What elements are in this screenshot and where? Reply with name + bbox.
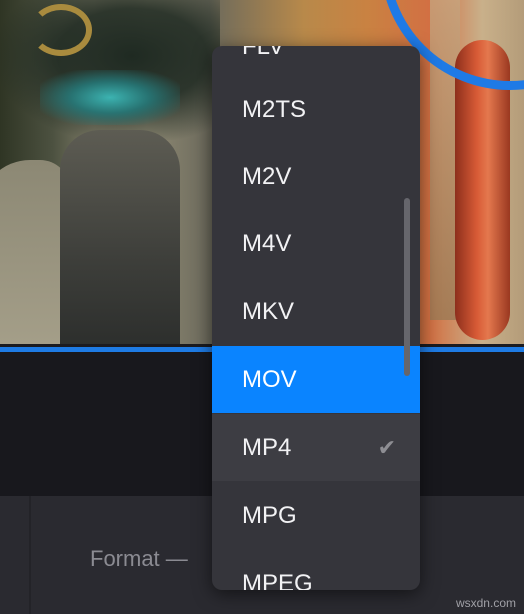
format-label: Format — xyxy=(90,546,188,571)
option-label: M4V xyxy=(242,230,292,257)
panel-divider xyxy=(29,496,31,614)
format-option-mp4[interactable]: MP4 ✔ xyxy=(212,414,420,481)
format-option-m2ts[interactable]: M2TS xyxy=(212,76,420,143)
option-label: MOV xyxy=(242,366,297,393)
format-option-flv[interactable]: FLV xyxy=(212,46,420,80)
format-option-m2v[interactable]: M2V xyxy=(212,143,420,210)
format-dropdown-menu[interactable]: FLV M2TS M2V M4V MKV MOV MP4 ✔ MPG MPEG xyxy=(212,46,420,590)
option-label: MP4 xyxy=(242,434,292,461)
checkmark-icon: ✔ xyxy=(377,435,396,460)
option-label: MPG xyxy=(242,502,297,529)
format-option-mpeg[interactable]: MPEG xyxy=(212,550,420,590)
format-option-mkv[interactable]: MKV xyxy=(212,278,420,345)
format-option-mpg[interactable]: MPG xyxy=(212,482,420,549)
watermark: wsxdn.com xyxy=(455,596,516,610)
option-label: MKV xyxy=(242,298,295,325)
option-label: FLV xyxy=(242,46,285,60)
format-option-m4v[interactable]: M4V xyxy=(212,210,420,277)
option-label: M2TS xyxy=(242,96,307,123)
option-label: MPEG xyxy=(242,570,313,590)
option-label: M2V xyxy=(242,163,292,190)
format-option-mov[interactable]: MOV xyxy=(212,346,420,413)
scrollbar-thumb[interactable] xyxy=(404,198,410,376)
